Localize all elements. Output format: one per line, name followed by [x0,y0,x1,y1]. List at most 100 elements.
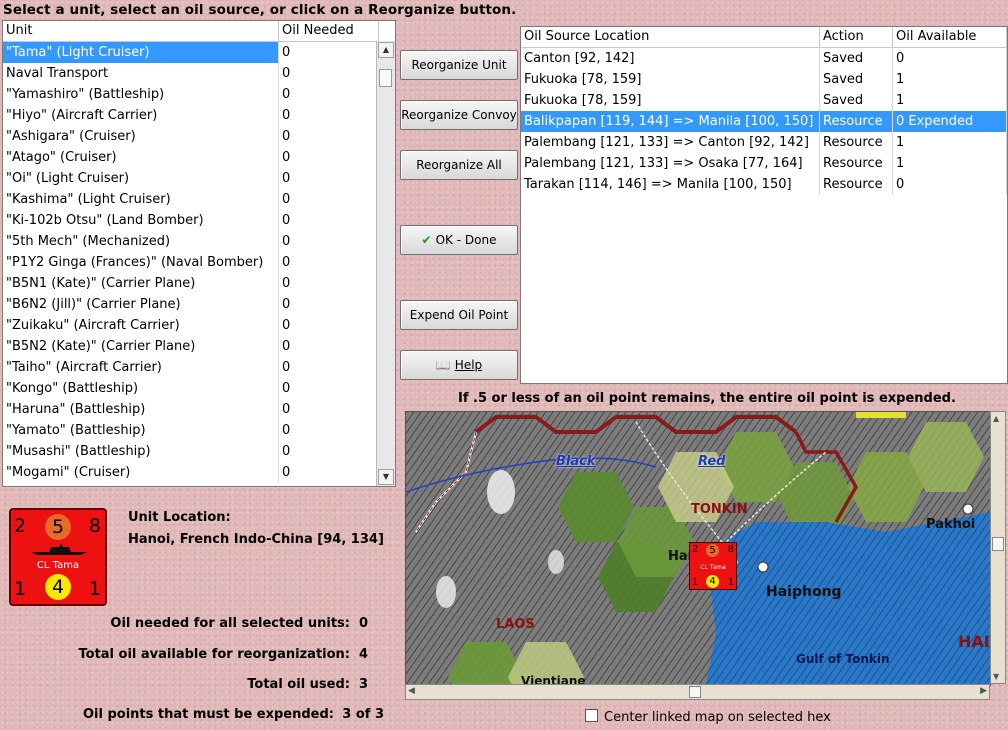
map-label-tonkin: TONKIN [691,502,748,517]
unit-table[interactable]: Unit Oil Needed "Tama" (Light Cruiser) 0 N… [2,20,396,487]
book-icon: 📖 [435,358,451,372]
oil-source-row[interactable]: Balikpapan [119, 144] => Manila [100, 15… [521,111,1007,132]
map-scroll-left-icon[interactable]: ◀ [408,686,415,696]
unit-row[interactable]: "Ki-102b Otsu" (Land Bomber) 0 [3,210,395,231]
must-expend-label: Oil points that must be expended: [82,707,334,722]
action-cell: Resource [820,132,893,153]
unit-row[interactable]: "B5N1 (Kate)" (Carrier Plane) 0 [3,273,395,294]
oil-needed-cell: 0 [279,210,377,231]
unit-name-cell: "Kashima" (Light Cruiser) [3,189,279,210]
oil-source-row[interactable]: Fukuoka [78, 159] Saved 1 [521,90,1007,111]
help-button[interactable]: 📖 Help [400,350,518,380]
unit-row[interactable]: "Tama" (Light Cruiser) 0 [3,42,395,63]
unit-row[interactable]: "Yamato" (Battleship) 0 [3,420,395,441]
unit-name-cell: "Yamato" (Battleship) [3,420,279,441]
oil-available-cell: 1 [893,132,1007,153]
oil-available-cell: 1 [893,153,1007,174]
unit-row[interactable]: "Haruna" (Battleship) 0 [3,399,395,420]
oil-needed-cell: 0 [279,441,377,462]
map-counter-bottom-right: 1 [727,577,734,588]
oil-needed-cell: 0 [279,189,377,210]
oil-needed-cell: 0 [279,420,377,441]
unit-table-header: Unit Oil Needed [3,21,395,42]
oil-source-table[interactable]: Oil Source Location Action Oil Available… [520,26,1008,384]
oil-source-row[interactable]: Palembang [121, 133] => Osaka [77, 164] R… [521,153,1007,174]
column-header-unit[interactable]: Unit [3,21,279,41]
oil-needed-cell: 0 [279,105,377,126]
unit-name-cell: "Hiyo" (Aircraft Carrier) [3,105,279,126]
reorganize-all-button[interactable]: Reorganize All [400,150,518,180]
unit-row[interactable]: "Kongo" (Battleship) 0 [3,378,395,399]
map-label-black: Black [556,454,596,469]
map-scroll-up-icon[interactable]: ▲ [993,414,999,423]
scroll-down-icon[interactable]: ▼ [378,469,394,485]
unit-row[interactable]: Naval Transport 0 [3,63,395,84]
unit-name-cell: "Taiho" (Aircraft Carrier) [3,357,279,378]
map-counter-top-right: 8 [727,544,734,555]
unit-location-value: Hanoi, French Indo-China [94, 134] [128,532,384,547]
map-unit-counter[interactable]: 2 5 8 CL Tama 1 4 1 [689,542,737,590]
unit-row[interactable]: "B5N2 (Kate)" (Carrier Plane) 0 [3,336,395,357]
oil-source-row[interactable]: Fukuoka [78, 159] Saved 1 [521,69,1007,90]
unit-row[interactable]: "Mogami" (Cruiser) 0 [3,462,395,483]
oil-source-row[interactable]: Canton [92, 142] Saved 0 [521,48,1007,69]
action-cell: Saved [820,48,893,69]
column-header-action[interactable]: Action [820,27,893,47]
ok-done-button[interactable]: ✔ OK - Done [400,225,518,255]
oil-needed-cell: 0 [279,273,377,294]
oil-source-row[interactable]: Palembang [121, 133] => Canton [92, 142]… [521,132,1007,153]
map-scroll-right-icon[interactable]: ▶ [980,686,987,696]
action-cell: Resource [820,153,893,174]
reorganize-unit-button[interactable]: Reorganize Unit [400,50,518,80]
map-counter-name: CL Tama [700,564,726,571]
unit-table-scrollbar[interactable]: ▲ ▼ [376,41,395,486]
oil-needed-cell: 0 [279,357,377,378]
center-map-checkbox[interactable]: Center linked map on selected hex [585,709,831,725]
oil-source-row[interactable]: Tarakan [114, 146] => Manila [100, 150] R… [521,174,1007,195]
unit-name-cell: "Kongo" (Battleship) [3,378,279,399]
scroll-thumb[interactable] [379,69,392,87]
unit-name-cell: "B5N2 (Kate)" (Carrier Plane) [3,336,279,357]
map-horizontal-scrollbar[interactable]: ◀ ▶ [405,684,990,700]
map-scroll-down-icon[interactable]: ▼ [993,672,999,681]
scroll-up-icon[interactable]: ▲ [378,42,394,58]
oil-available-cell: 0 [893,174,1007,195]
unit-row[interactable]: "Taiho" (Aircraft Carrier) 0 [3,357,395,378]
ok-done-label: OK - Done [435,233,497,247]
unit-row[interactable]: "Kashima" (Light Cruiser) 0 [3,189,395,210]
unit-name-cell: "Haruna" (Battleship) [3,399,279,420]
expend-oil-point-button[interactable]: Expend Oil Point [400,300,518,330]
column-header-oil-needed[interactable]: Oil Needed [279,21,379,41]
unit-row[interactable]: "Hiyo" (Aircraft Carrier) 0 [3,105,395,126]
unit-row[interactable]: "P1Y2 Ginga (Frances)" (Naval Bomber) 0 [3,252,395,273]
column-header-oil-available[interactable]: Oil Available [893,27,1007,47]
column-header-oil-source[interactable]: Oil Source Location [521,27,820,47]
unit-row[interactable]: "Oi" (Light Cruiser) 0 [3,168,395,189]
must-expend-value: 3 of 3 [342,707,384,722]
oil-needed-cell: 0 [279,147,377,168]
oil-available-cell: 1 [893,90,1007,111]
action-cell: Resource [820,174,893,195]
center-map-checkbox-box[interactable] [585,709,598,722]
map-counter-top-mid: 5 [706,544,719,557]
unit-row[interactable]: "Ashigara" (Cruiser) 0 [3,126,395,147]
unit-row[interactable]: "Atago" (Cruiser) 0 [3,147,395,168]
oil-source-cell: Tarakan [114, 146] => Manila [100, 150] [521,174,820,195]
linked-map[interactable]: Black Red TONKIN Han Haiphong Pakhoi LAO… [405,411,991,686]
map-counter-top-left: 2 [692,544,699,555]
unit-row[interactable]: "5th Mech" (Mechanized) 0 [3,231,395,252]
unit-row[interactable]: "Musashi" (Battleship) 0 [3,441,395,462]
unit-row[interactable]: "Zuikaku" (Aircraft Carrier) 0 [3,315,395,336]
reorganize-convoy-button[interactable]: Reorganize Convoy [400,100,518,130]
unit-row[interactable]: "Yamashiro" (Battleship) 0 [3,84,395,105]
map-hscroll-thumb[interactable] [689,686,701,698]
unit-name-cell: "Yamashiro" (Battleship) [3,84,279,105]
map-vscroll-thumb[interactable] [992,537,1004,551]
map-counter-bottom-left: 1 [692,577,699,588]
unit-row[interactable]: "B6N2 (Jill)" (Carrier Plane) 0 [3,294,395,315]
oil-source-cell: Palembang [121, 133] => Osaka [77, 164] [521,153,820,174]
map-vertical-scrollbar[interactable]: ▲ ▼ [990,411,1006,684]
oil-available-cell: 1 [893,69,1007,90]
counter-bottom-right: 1 [88,578,101,600]
unit-name-cell: "Zuikaku" (Aircraft Carrier) [3,315,279,336]
